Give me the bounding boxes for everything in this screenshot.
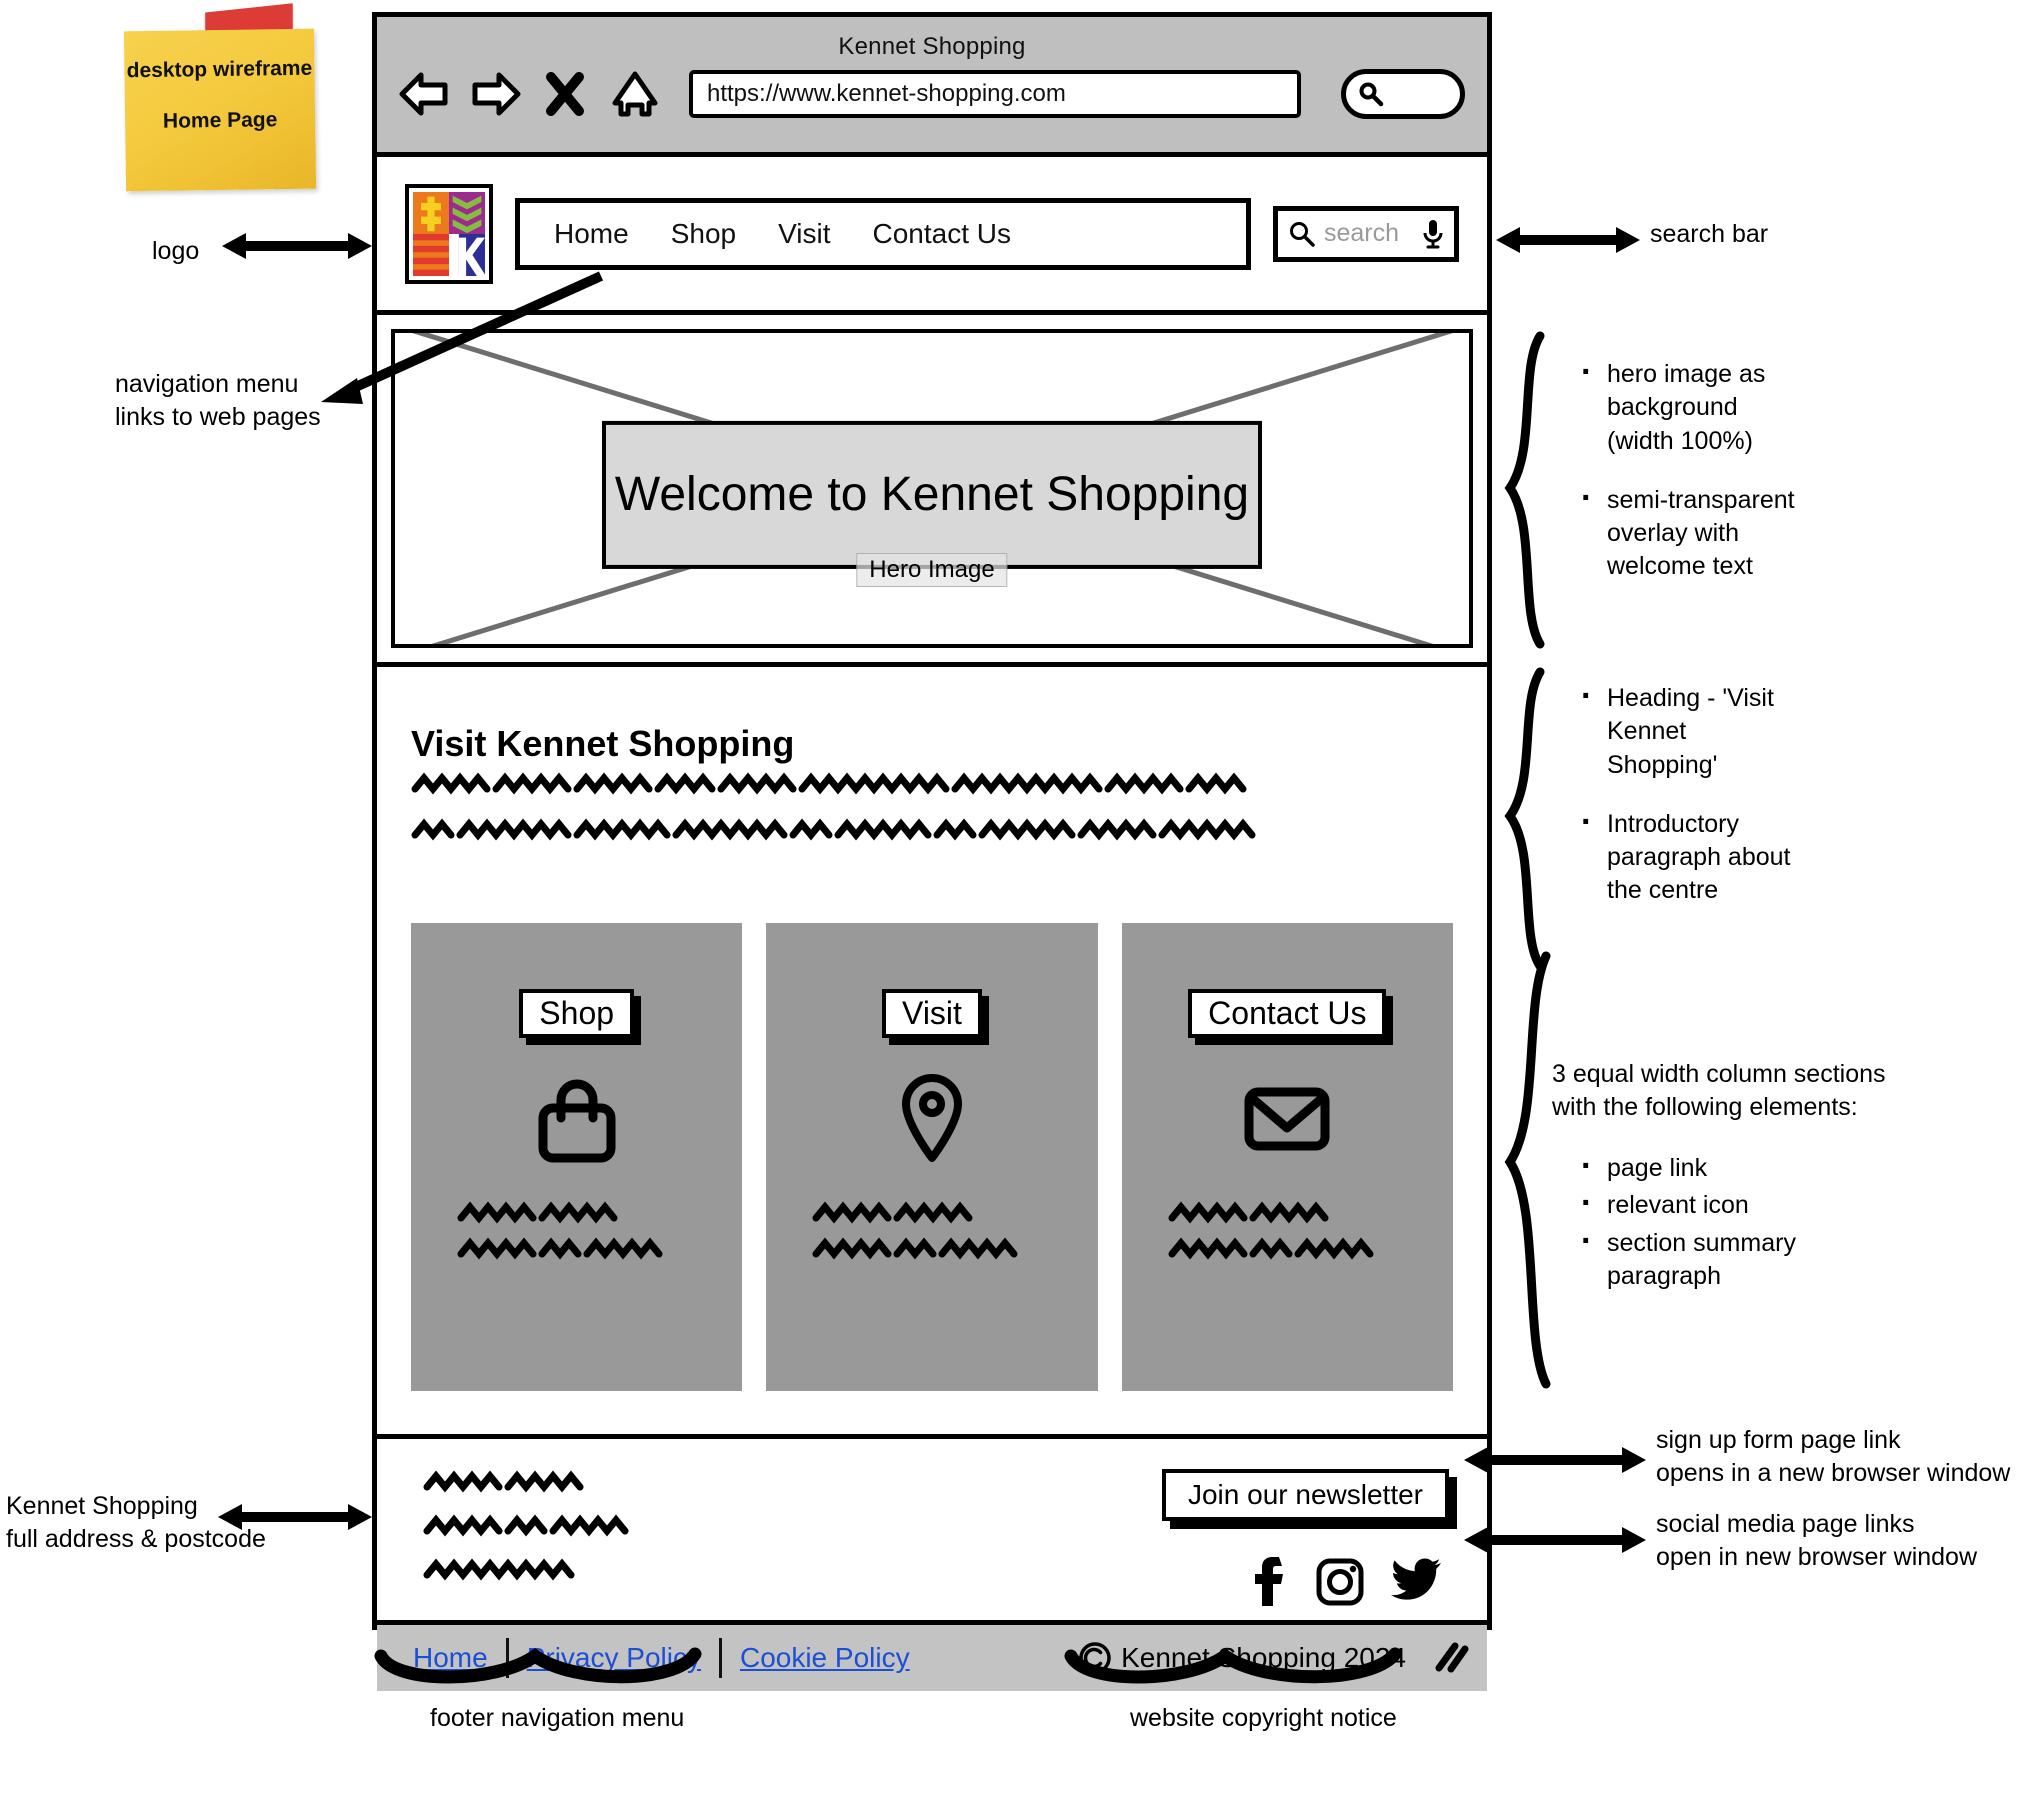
annotation-social: social media page links open in new brow… [1656, 1510, 1978, 1572]
annotation-arrow-logo [222, 233, 372, 259]
home-icon[interactable] [609, 71, 661, 117]
annotation-columns-bullets: page link relevant icon section summary … [1573, 1144, 1973, 1297]
close-icon[interactable] [539, 71, 591, 117]
summary-placeholder [1168, 1201, 1374, 1260]
column-section-shop: Shop [411, 923, 743, 1391]
annotation-nav-line-2: links to web pages [115, 403, 321, 432]
twitter-icon[interactable] [1389, 1556, 1443, 1604]
chrome-search-field[interactable] [1341, 69, 1465, 119]
annotation-arrow-newsletter [1464, 1447, 1646, 1473]
footer-address-placeholder [423, 1470, 723, 1591]
annotation-navigation-menu: navigation menu links to web pages [115, 368, 321, 435]
annotation-hero-note-1: hero image as background (width 100%) [1573, 350, 1953, 458]
sticky-note: desktop wireframe Home Page [123, 28, 317, 192]
annotation-logo: logo [152, 237, 200, 265]
annotation-arrow-search-bar [1496, 227, 1640, 253]
intro-paragraph-placeholder [411, 772, 1256, 841]
annotation-arrow-social [1464, 1527, 1646, 1553]
column-section-contact-us: Contact Us [1121, 923, 1453, 1391]
hero-welcome-text: Welcome to Kennet Shopping [614, 467, 1250, 521]
sticky-note-line-1: desktop wireframe [126, 56, 313, 83]
browser-window-title: Kennet Shopping [838, 33, 1026, 60]
annotation-columns-heading: 3 equal width column sections with the f… [1552, 1060, 1886, 1122]
sticky-note-line-2: Home Page [162, 108, 278, 133]
join-newsletter-button[interactable]: Join our newsletter [1161, 1469, 1449, 1521]
annotation-brace-copyright [1064, 1647, 1402, 1684]
column-link-contact-us[interactable]: Contact Us [1188, 989, 1387, 1038]
microphone-icon[interactable] [1422, 218, 1444, 250]
nav-link-home[interactable]: Home [554, 218, 629, 250]
logo-mark-icon [413, 191, 486, 276]
envelope-icon [1244, 1087, 1330, 1151]
map-pin-icon [901, 1074, 962, 1162]
instagram-icon[interactable] [1315, 1555, 1365, 1606]
address-placeholder [423, 1470, 629, 1581]
summary-placeholder [812, 1201, 1018, 1260]
column-summary-contact-us [1122, 1201, 1453, 1270]
annotation-column-bullet-page-link: page link [1573, 1144, 1973, 1190]
annotation-brace-footer-nav [374, 1647, 702, 1684]
annotation-hero-note-2: semi-transparent overlay with welcome te… [1573, 476, 1953, 584]
wireframe-canvas: desktop wireframe Home Page Kennet Shopp… [0, 0, 2036, 1814]
column-summary-shop [411, 1201, 742, 1270]
annotation-hero-notes: hero image as background (width 100%) se… [1573, 350, 1953, 610]
annotation-copyright: website copyright notice [1130, 1704, 1397, 1732]
url-text: https://www.kennet-shopping.com [707, 80, 1066, 107]
main-content: Visit Kennet Shopping Shop Visit Contact… [377, 667, 1487, 1439]
summary-placeholder [457, 1201, 663, 1260]
logo[interactable] [405, 183, 493, 284]
column-link-visit[interactable]: Visit [882, 989, 982, 1038]
annotation-intro-note-2: Introductory paragraph about the centre [1573, 800, 1953, 908]
annotation-intro-notes: Heading - 'Visit Kennet Shopping' Introd… [1573, 674, 1953, 934]
search-bar[interactable]: search [1273, 205, 1459, 262]
social-media-links [1249, 1553, 1443, 1607]
browser-window: Kennet Shopping https://www.kennet-shopp… [372, 12, 1492, 1691]
annotation-intro-note-1: Heading - 'Visit Kennet Shopping' [1573, 674, 1953, 782]
section-heading: Visit Kennet Shopping [411, 723, 795, 764]
annotation-arrow-address [218, 1504, 372, 1530]
nav-link-visit[interactable]: Visit [778, 218, 830, 250]
annotation-column-bullet-summary: section summary paragraph [1573, 1219, 1973, 1294]
magnifier-icon [1359, 82, 1384, 107]
footer-content: Join our newsletter [377, 1439, 1487, 1625]
browser-chrome: Kennet Shopping https://www.kennet-shopp… [377, 17, 1487, 157]
annotation-newsletter: sign up form page link opens in a new br… [1656, 1426, 2011, 1488]
nav-link-contact-us[interactable]: Contact Us [873, 218, 1012, 250]
shopping-bag-icon [538, 1079, 616, 1163]
column-link-shop[interactable]: Shop [519, 989, 635, 1038]
annotation-column-bullet-icon: relevant icon [1573, 1181, 1973, 1227]
search-icon [1290, 221, 1315, 247]
annotation-arrow-nav [321, 271, 604, 404]
url-input[interactable]: https://www.kennet-shopping.com [689, 70, 1301, 118]
forward-icon[interactable] [469, 71, 521, 117]
hero-image-label: Hero Image [856, 553, 1008, 587]
column-section-visit: Visit [766, 923, 1098, 1391]
annotation-nav-line-1: navigation menu [115, 370, 299, 398]
annotation-search-bar: search bar [1650, 220, 1769, 248]
column-sections: Shop Visit Contact Us [411, 923, 1453, 1391]
search-input[interactable]: search [1324, 219, 1414, 248]
hero-overlay: Welcome to Kennet Shopping [602, 420, 1262, 569]
annotation-footer-nav: footer navigation menu [430, 1704, 685, 1732]
back-icon[interactable] [399, 71, 451, 117]
nav-link-shop[interactable]: Shop [671, 218, 736, 250]
column-summary-visit [766, 1201, 1097, 1270]
facebook-icon[interactable] [1249, 1553, 1291, 1607]
navigation-menu: Home Shop Visit Contact Us [515, 197, 1251, 270]
